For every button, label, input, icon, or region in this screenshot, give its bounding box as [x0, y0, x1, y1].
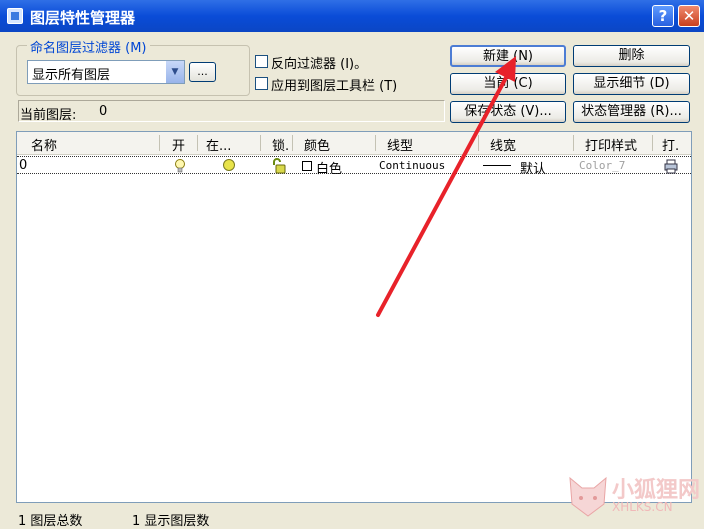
watermark-sub: XHLKS.CN: [612, 500, 673, 514]
status-displayed: 1 显示图层数: [132, 514, 210, 529]
annotation-arrow: [376, 56, 516, 317]
fox-icon: [566, 474, 610, 522]
status-total: 1 图层总数: [18, 514, 83, 529]
